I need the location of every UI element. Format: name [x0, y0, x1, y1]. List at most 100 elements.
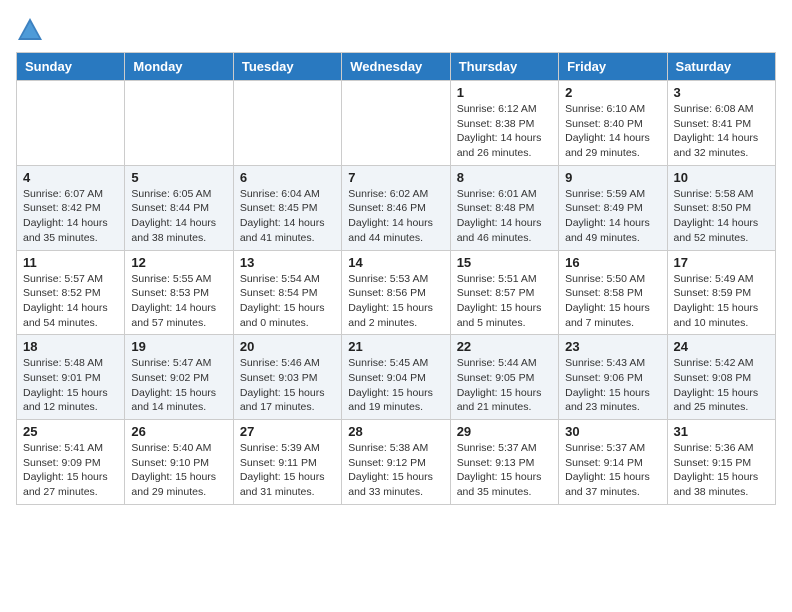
- day-number: 2: [565, 85, 660, 100]
- calendar-week-4: 18 Sunrise: 5:48 AMSunset: 9:01 PMDayligh…: [17, 335, 776, 420]
- header-day-sunday: Sunday: [17, 53, 125, 81]
- calendar-cell: 31 Sunrise: 5:36 AMSunset: 9:15 PMDayligh…: [667, 420, 775, 505]
- day-info: Sunrise: 5:50 AMSunset: 8:58 PMDaylight:…: [565, 272, 660, 331]
- calendar-cell: 11 Sunrise: 5:57 AMSunset: 8:52 PMDayligh…: [17, 250, 125, 335]
- header-day-wednesday: Wednesday: [342, 53, 450, 81]
- calendar-header-row: SundayMondayTuesdayWednesdayThursdayFrid…: [17, 53, 776, 81]
- calendar-cell: 4 Sunrise: 6:07 AMSunset: 8:42 PMDaylight…: [17, 165, 125, 250]
- day-info: Sunrise: 5:49 AMSunset: 8:59 PMDaylight:…: [674, 272, 769, 331]
- day-info: Sunrise: 5:42 AMSunset: 9:08 PMDaylight:…: [674, 356, 769, 415]
- calendar-cell: 21 Sunrise: 5:45 AMSunset: 9:04 PMDayligh…: [342, 335, 450, 420]
- calendar-cell: [125, 81, 233, 166]
- day-info: Sunrise: 5:45 AMSunset: 9:04 PMDaylight:…: [348, 356, 443, 415]
- day-info: Sunrise: 5:37 AMSunset: 9:14 PMDaylight:…: [565, 441, 660, 500]
- day-number: 15: [457, 255, 552, 270]
- day-info: Sunrise: 6:04 AMSunset: 8:45 PMDaylight:…: [240, 187, 335, 246]
- day-number: 19: [131, 339, 226, 354]
- calendar-cell: 30 Sunrise: 5:37 AMSunset: 9:14 PMDayligh…: [559, 420, 667, 505]
- day-info: Sunrise: 5:57 AMSunset: 8:52 PMDaylight:…: [23, 272, 118, 331]
- calendar-cell: 14 Sunrise: 5:53 AMSunset: 8:56 PMDayligh…: [342, 250, 450, 335]
- day-number: 25: [23, 424, 118, 439]
- calendar-cell: 29 Sunrise: 5:37 AMSunset: 9:13 PMDayligh…: [450, 420, 558, 505]
- day-number: 21: [348, 339, 443, 354]
- calendar-cell: 15Sunrise: 5:51 AMSunset: 8:57 PMDayligh…: [450, 250, 558, 335]
- day-info: Sunrise: 6:08 AMSunset: 8:41 PMDaylight:…: [674, 102, 769, 161]
- day-info: Sunrise: 6:10 AMSunset: 8:40 PMDaylight:…: [565, 102, 660, 161]
- day-info: Sunrise: 5:39 AMSunset: 9:11 PMDaylight:…: [240, 441, 335, 500]
- day-number: 10: [674, 170, 769, 185]
- calendar-week-1: 1 Sunrise: 6:12 AMSunset: 8:38 PMDaylight…: [17, 81, 776, 166]
- day-number: 17: [674, 255, 769, 270]
- day-number: 6: [240, 170, 335, 185]
- logo: [16, 16, 48, 44]
- day-number: 22: [457, 339, 552, 354]
- day-number: 12: [131, 255, 226, 270]
- day-number: 1: [457, 85, 552, 100]
- day-number: 18: [23, 339, 118, 354]
- header-day-tuesday: Tuesday: [233, 53, 341, 81]
- calendar-cell: 6 Sunrise: 6:04 AMSunset: 8:45 PMDaylight…: [233, 165, 341, 250]
- day-number: 7: [348, 170, 443, 185]
- calendar-cell: [233, 81, 341, 166]
- day-info: Sunrise: 5:40 AMSunset: 9:10 PMDaylight:…: [131, 441, 226, 500]
- day-number: 29: [457, 424, 552, 439]
- calendar-cell: [342, 81, 450, 166]
- calendar-cell: 2 Sunrise: 6:10 AMSunset: 8:40 PMDaylight…: [559, 81, 667, 166]
- calendar-cell: 24 Sunrise: 5:42 AMSunset: 9:08 PMDayligh…: [667, 335, 775, 420]
- day-number: 5: [131, 170, 226, 185]
- day-number: 20: [240, 339, 335, 354]
- day-info: Sunrise: 5:59 AMSunset: 8:49 PMDaylight:…: [565, 187, 660, 246]
- day-info: Sunrise: 5:37 AMSunset: 9:13 PMDaylight:…: [457, 441, 552, 500]
- day-number: 30: [565, 424, 660, 439]
- day-info: Sunrise: 5:41 AMSunset: 9:09 PMDaylight:…: [23, 441, 118, 500]
- day-info: Sunrise: 5:43 AMSunset: 9:06 PMDaylight:…: [565, 356, 660, 415]
- day-info: Sunrise: 6:05 AMSunset: 8:44 PMDaylight:…: [131, 187, 226, 246]
- header-day-saturday: Saturday: [667, 53, 775, 81]
- calendar-cell: 8Sunrise: 6:01 AMSunset: 8:48 PMDaylight…: [450, 165, 558, 250]
- calendar-cell: 25 Sunrise: 5:41 AMSunset: 9:09 PMDayligh…: [17, 420, 125, 505]
- calendar-cell: 26Sunrise: 5:40 AMSunset: 9:10 PMDayligh…: [125, 420, 233, 505]
- day-number: 9: [565, 170, 660, 185]
- calendar-cell: 1 Sunrise: 6:12 AMSunset: 8:38 PMDaylight…: [450, 81, 558, 166]
- day-info: Sunrise: 5:55 AMSunset: 8:53 PMDaylight:…: [131, 272, 226, 331]
- day-info: Sunrise: 5:53 AMSunset: 8:56 PMDaylight:…: [348, 272, 443, 331]
- day-info: Sunrise: 5:48 AMSunset: 9:01 PMDaylight:…: [23, 356, 118, 415]
- calendar-cell: 19 Sunrise: 5:47 AMSunset: 9:02 PMDayligh…: [125, 335, 233, 420]
- day-info: Sunrise: 5:36 AMSunset: 9:15 PMDaylight:…: [674, 441, 769, 500]
- calendar-cell: [17, 81, 125, 166]
- calendar-cell: 5 Sunrise: 6:05 AMSunset: 8:44 PMDaylight…: [125, 165, 233, 250]
- day-info: Sunrise: 6:12 AMSunset: 8:38 PMDaylight:…: [457, 102, 552, 161]
- calendar-cell: 20Sunrise: 5:46 AMSunset: 9:03 PMDayligh…: [233, 335, 341, 420]
- calendar-cell: 28Sunrise: 5:38 AMSunset: 9:12 PMDayligh…: [342, 420, 450, 505]
- calendar-cell: 18 Sunrise: 5:48 AMSunset: 9:01 PMDayligh…: [17, 335, 125, 420]
- day-number: 31: [674, 424, 769, 439]
- calendar-week-2: 4 Sunrise: 6:07 AMSunset: 8:42 PMDaylight…: [17, 165, 776, 250]
- day-number: 23: [565, 339, 660, 354]
- day-number: 24: [674, 339, 769, 354]
- day-number: 8: [457, 170, 552, 185]
- calendar-cell: 13Sunrise: 5:54 AMSunset: 8:54 PMDayligh…: [233, 250, 341, 335]
- day-info: Sunrise: 6:02 AMSunset: 8:46 PMDaylight:…: [348, 187, 443, 246]
- day-info: Sunrise: 6:07 AMSunset: 8:42 PMDaylight:…: [23, 187, 118, 246]
- day-info: Sunrise: 5:54 AMSunset: 8:54 PMDaylight:…: [240, 272, 335, 331]
- header-day-friday: Friday: [559, 53, 667, 81]
- day-number: 11: [23, 255, 118, 270]
- day-number: 27: [240, 424, 335, 439]
- header-day-thursday: Thursday: [450, 53, 558, 81]
- day-number: 14: [348, 255, 443, 270]
- day-info: Sunrise: 5:44 AMSunset: 9:05 PMDaylight:…: [457, 356, 552, 415]
- calendar-cell: 3 Sunrise: 6:08 AMSunset: 8:41 PMDaylight…: [667, 81, 775, 166]
- calendar-table: SundayMondayTuesdayWednesdayThursdayFrid…: [16, 52, 776, 505]
- header-day-monday: Monday: [125, 53, 233, 81]
- day-number: 4: [23, 170, 118, 185]
- day-number: 3: [674, 85, 769, 100]
- calendar-cell: 23 Sunrise: 5:43 AMSunset: 9:06 PMDayligh…: [559, 335, 667, 420]
- day-number: 16: [565, 255, 660, 270]
- calendar-cell: 17 Sunrise: 5:49 AMSunset: 8:59 PMDayligh…: [667, 250, 775, 335]
- calendar-cell: 9 Sunrise: 5:59 AMSunset: 8:49 PMDaylight…: [559, 165, 667, 250]
- calendar-cell: 22 Sunrise: 5:44 AMSunset: 9:05 PMDayligh…: [450, 335, 558, 420]
- calendar-cell: 16 Sunrise: 5:50 AMSunset: 8:58 PMDayligh…: [559, 250, 667, 335]
- day-info: Sunrise: 5:38 AMSunset: 9:12 PMDaylight:…: [348, 441, 443, 500]
- logo-icon: [16, 16, 44, 44]
- day-info: Sunrise: 5:47 AMSunset: 9:02 PMDaylight:…: [131, 356, 226, 415]
